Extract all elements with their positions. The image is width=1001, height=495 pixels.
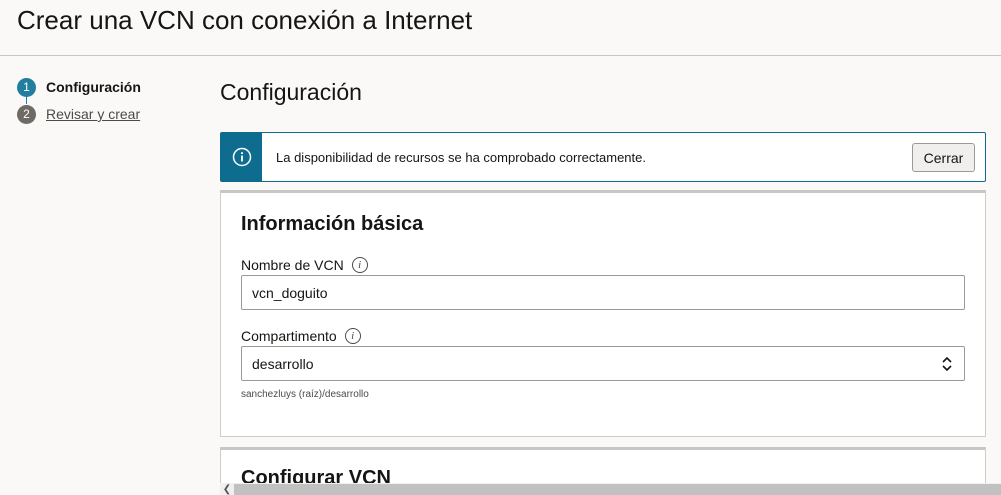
scrollbar-thumb[interactable] bbox=[234, 484, 1001, 495]
scroll-left-arrow-icon[interactable]: ❮ bbox=[220, 483, 234, 495]
horizontal-scrollbar[interactable]: ❮ bbox=[220, 483, 1001, 495]
page-header: Crear una VCN con conexión a Internet bbox=[0, 0, 1001, 56]
step-label: Revisar y crear bbox=[46, 106, 141, 122]
step-number-badge: 1 bbox=[17, 77, 36, 97]
vcn-name-label-text: Nombre de VCN bbox=[241, 257, 344, 273]
section-heading: Configuración bbox=[220, 79, 362, 105]
info-banner: La disponibilidad de recursos se ha comp… bbox=[220, 132, 986, 182]
compartment-label-text: Compartimento bbox=[241, 328, 337, 344]
info-help-icon[interactable]: i bbox=[351, 257, 368, 273]
step-label: Configuración bbox=[46, 79, 141, 95]
compartment-value: desarrollo bbox=[252, 355, 314, 372]
vcn-name-value: vcn_doguito bbox=[252, 284, 328, 301]
vcn-name-label: Nombre de VCN i bbox=[241, 257, 368, 273]
compartment-select[interactable]: desarrollo bbox=[241, 346, 965, 381]
info-help-icon[interactable]: i bbox=[344, 328, 361, 344]
vcn-name-input[interactable]: vcn_doguito bbox=[241, 275, 965, 310]
info-banner-strip bbox=[221, 133, 262, 181]
basic-info-card: Información básica Nombre de VCN i vcn_d… bbox=[220, 190, 986, 437]
info-icon bbox=[232, 147, 252, 167]
banner-message: La disponibilidad de recursos se ha comp… bbox=[276, 150, 646, 165]
step-revisar-y-crear[interactable]: 2 Revisar y crear bbox=[17, 104, 140, 124]
step-configuracion[interactable]: 1 Configuración bbox=[17, 77, 141, 97]
chevron-up-down-icon bbox=[940, 355, 954, 373]
step-number-badge: 2 bbox=[17, 104, 36, 124]
basic-info-title: Información básica bbox=[241, 213, 424, 235]
compartment-label: Compartimento i bbox=[241, 328, 361, 344]
compartment-path-helper: sanchezluys (raíz)/desarrollo bbox=[241, 389, 369, 400]
step-connector bbox=[26, 96, 27, 104]
close-banner-button[interactable]: Cerrar bbox=[912, 143, 975, 172]
page-title: Crear una VCN con conexión a Internet bbox=[17, 5, 473, 35]
